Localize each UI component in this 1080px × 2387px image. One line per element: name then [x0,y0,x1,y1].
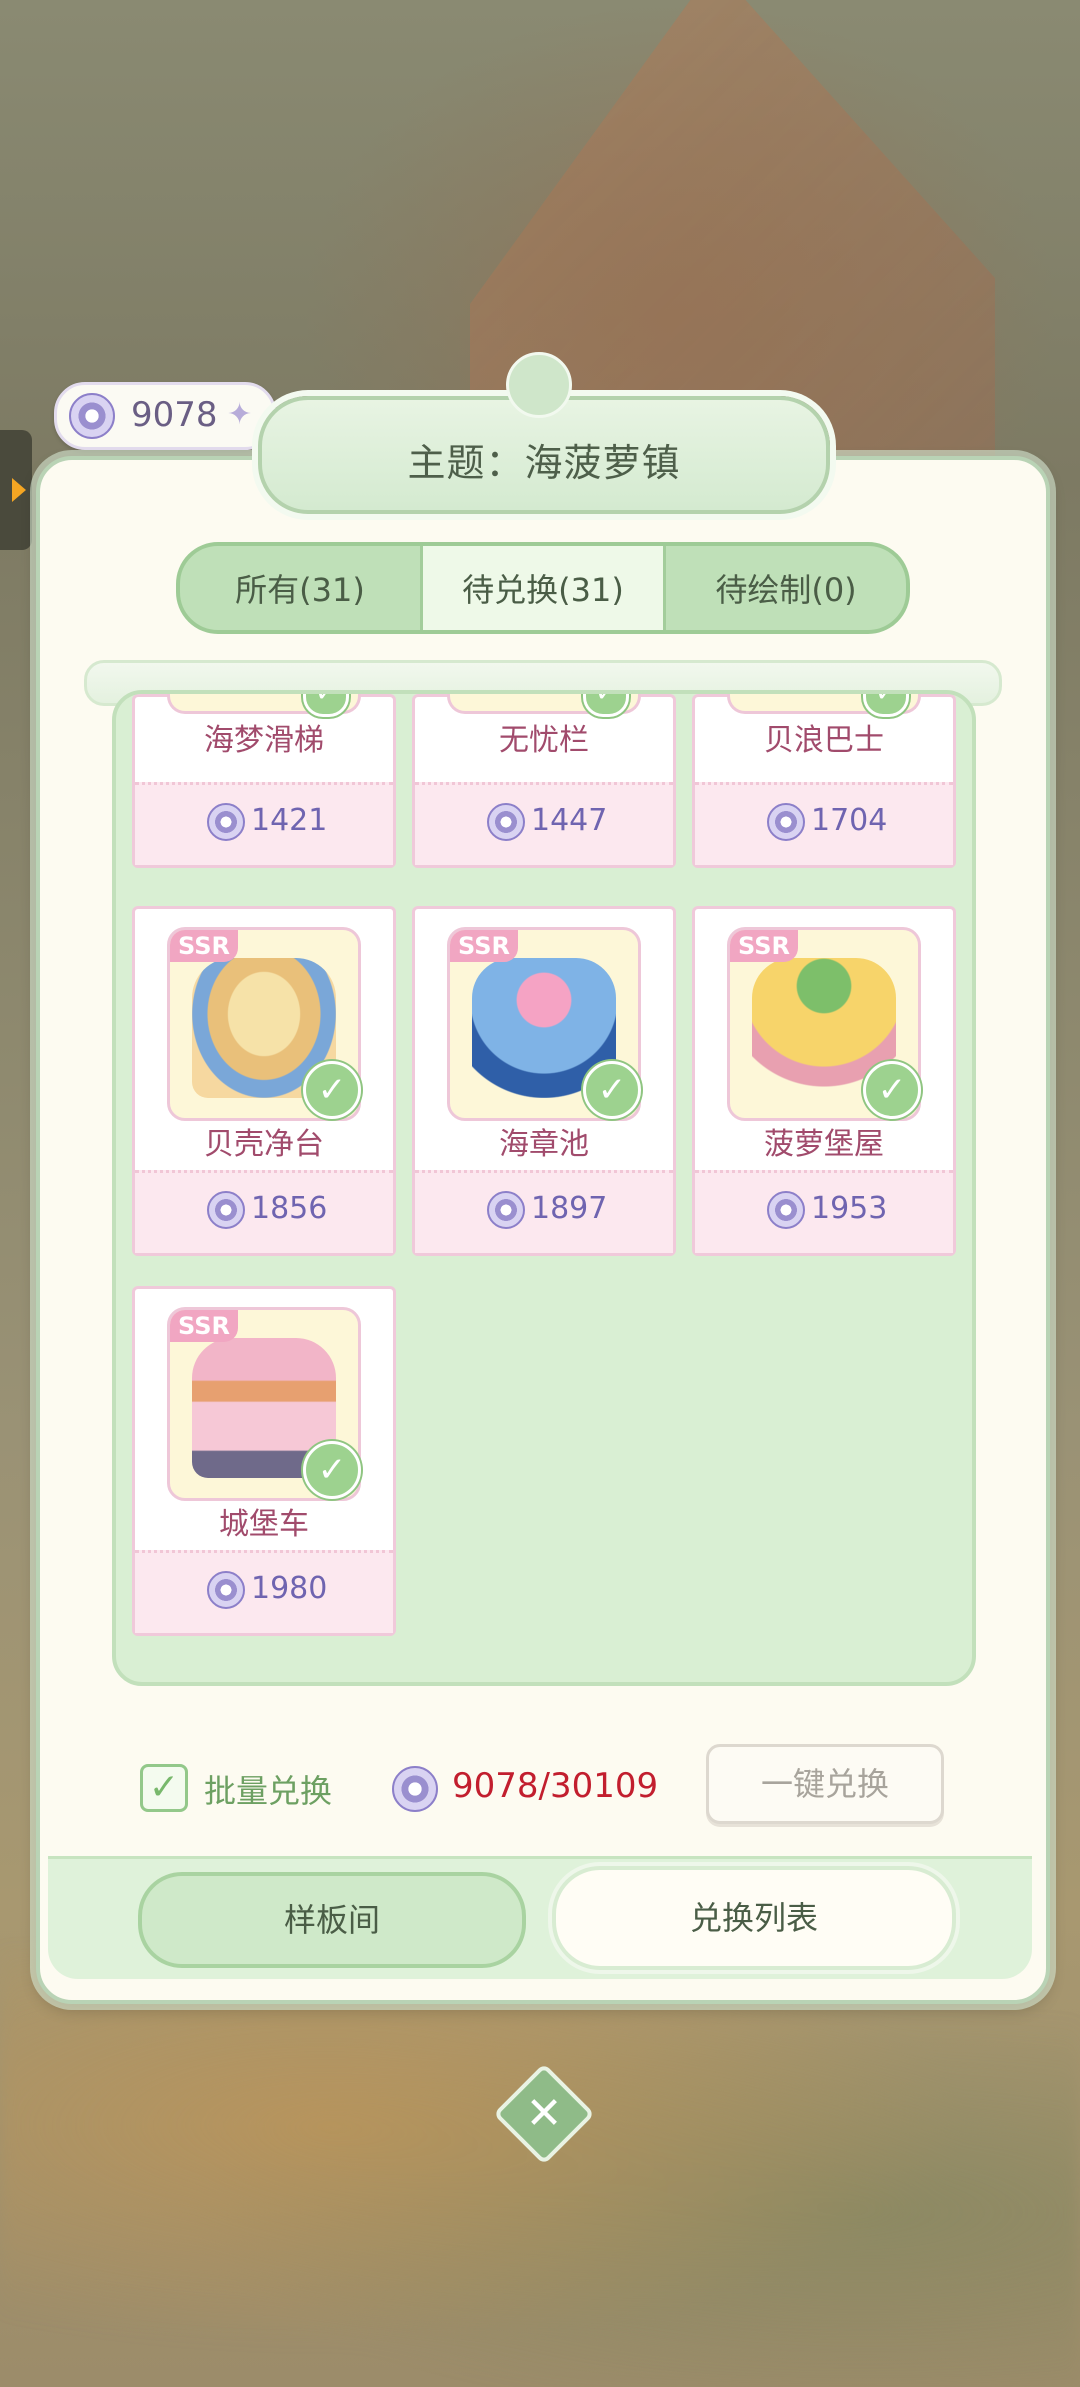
item-price: 1856 [251,1191,328,1226]
background-ground [0,1950,1080,2387]
item-card[interactable]: ✓ 无忧栏 1447 [412,694,676,868]
item-price-band: 1447 [415,782,673,865]
rarity-badge: SSR [730,930,798,962]
item-price-band: 1704 [695,782,953,865]
coin-icon [767,803,805,841]
side-drawer-toggle[interactable] [0,430,32,550]
item-name: 贝浪巴士 [764,723,884,758]
total-cost: 9078/30109 [452,1766,659,1806]
checkmark-icon: ✓ [583,1061,641,1119]
item-name: 贝壳净台 [204,1127,324,1162]
checkmark-icon: ✓ [303,1441,361,1499]
item-name: 菠萝堡屋 [764,1127,884,1162]
item-price-band: 1856 [135,1170,393,1253]
item-card[interactable]: SSR ✓ 菠萝堡屋 1953 [692,906,956,1256]
flower-icon [506,352,572,418]
coin-icon [767,1191,805,1229]
rarity-badge: SSR [450,930,518,962]
coin-icon [487,803,525,841]
item-price: 1897 [531,1191,608,1226]
item-card[interactable]: ✓ 海梦滑梯 1421 [132,694,396,868]
exchange-list-button[interactable]: 兑换列表 [552,1866,956,1970]
item-price: 1980 [251,1571,328,1606]
item-price: 1704 [811,803,888,838]
coin-icon [487,1191,525,1229]
item-price-band: 1953 [695,1170,953,1253]
tab-to-draw[interactable]: 待绘制(0) [666,546,906,630]
rarity-badge: SSR [170,1310,238,1342]
showroom-button[interactable]: 样板间 [138,1872,526,1968]
tab-all[interactable]: 所有(31) [180,546,420,630]
item-name: 海梦滑梯 [204,723,324,758]
batch-exchange-checkbox[interactable]: ✓ [140,1764,188,1812]
coin-icon [207,803,245,841]
batch-exchange-label: 批量兑换 [204,1772,333,1810]
currency-balance[interactable]: 9078 ✦ [54,382,276,450]
item-card[interactable]: ✓ 贝浪巴士 1704 [692,694,956,868]
item-card[interactable]: SSR ✓ 贝壳净台 1856 [132,906,396,1256]
item-price: 1447 [531,803,608,838]
item-name: 海章池 [499,1127,589,1162]
filter-tabs: 所有(31) 待兑换(31) 待绘制(0) [176,542,910,634]
item-name: 无忧栏 [499,723,589,758]
checkmark-icon: ✓ [863,1061,921,1119]
close-icon: ✕ [525,2088,563,2139]
item-price: 1953 [811,1191,888,1226]
item-name: 城堡车 [219,1507,309,1542]
coin-icon [69,393,115,439]
title-plate: 主题：海菠萝镇 [258,352,830,514]
item-price-band: 1980 [135,1550,393,1633]
currency-value: 9078 [131,395,218,435]
item-grid: ✓ 海梦滑梯 1421 ✓ 无忧栏 1447 ✓ 贝浪巴士 1704 SSR ✓… [112,690,976,1686]
checkmark-icon: ✓ [303,1061,361,1119]
one-key-exchange-button[interactable]: 一键兑换 [706,1744,944,1824]
coin-icon [207,1571,245,1609]
item-price-band: 1897 [415,1170,673,1253]
rarity-badge: SSR [170,930,238,962]
coin-icon [207,1191,245,1229]
coin-icon [392,1766,438,1812]
arrow-right-icon [12,478,26,502]
item-card[interactable]: SSR ✓ 海章池 1897 [412,906,676,1256]
tab-to-exchange[interactable]: 待兑换(31) [420,546,666,630]
item-price: 1421 [251,803,328,838]
page-title: 主题：海菠萝镇 [407,441,681,485]
item-card[interactable]: SSR ✓ 城堡车 1980 [132,1286,396,1636]
plus-sparkle-icon[interactable]: ✦ [227,397,252,432]
item-price-band: 1421 [135,782,393,865]
